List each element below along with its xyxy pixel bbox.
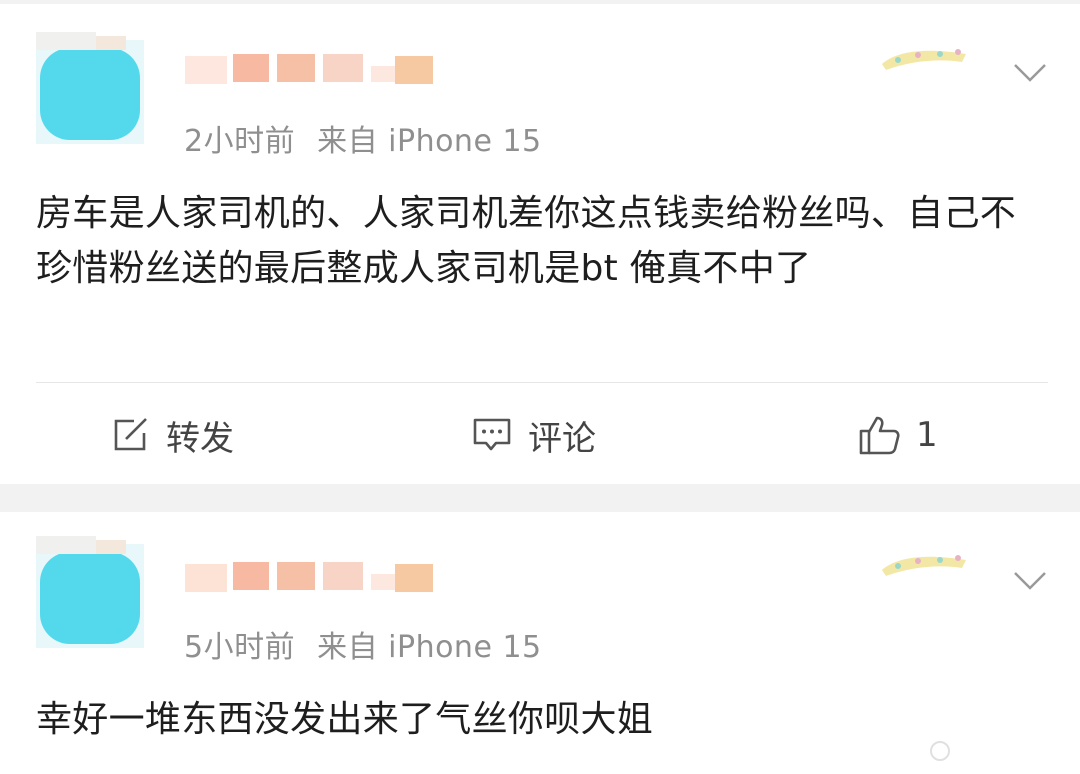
- thumbs-up-icon: [859, 416, 900, 455]
- post-meta: 2小时前 来自 iPhone 15: [184, 116, 542, 160]
- comment-label: 评论: [528, 418, 596, 459]
- avatar[interactable]: [36, 32, 144, 144]
- username-blurred[interactable]: [185, 48, 460, 92]
- watermark: [418, 734, 1028, 768]
- post-meta: 5小时前 来自 iPhone 15: [184, 622, 542, 666]
- like-count: 1: [916, 415, 938, 455]
- comment-bubble-icon: [473, 418, 511, 451]
- post-source[interactable]: iPhone 15: [388, 124, 541, 159]
- source-prefix: 来自: [317, 630, 379, 665]
- chevron-down-icon[interactable]: [1013, 62, 1047, 84]
- username-blurred[interactable]: [185, 556, 460, 600]
- source-prefix: 来自: [317, 124, 379, 159]
- post-time: 5小时前: [184, 630, 296, 665]
- divider: [36, 382, 1048, 383]
- chevron-down-icon[interactable]: [1013, 570, 1047, 592]
- repost-button[interactable]: 转发: [112, 410, 234, 460]
- post-card: 2小时前 来自 iPhone 15 房车是人家司机的、人家司机差你这点钱卖给粉丝吗…: [0, 4, 1080, 484]
- edit-square-icon: [114, 418, 147, 451]
- fan-badge-icon: [882, 555, 966, 576]
- avatar[interactable]: [36, 536, 144, 648]
- fan-badge-icon: [882, 49, 966, 70]
- post-text: 房车是人家司机的、人家司机差你这点钱卖给粉丝吗、自己不珍惜粉丝送的最后整成人家司…: [36, 193, 1017, 289]
- post-source[interactable]: iPhone 15: [388, 630, 541, 665]
- comment-button[interactable]: 评论: [472, 410, 596, 460]
- post-time: 2小时前: [184, 124, 296, 159]
- repost-label: 转发: [166, 418, 234, 459]
- like-button[interactable]: 1: [858, 410, 938, 460]
